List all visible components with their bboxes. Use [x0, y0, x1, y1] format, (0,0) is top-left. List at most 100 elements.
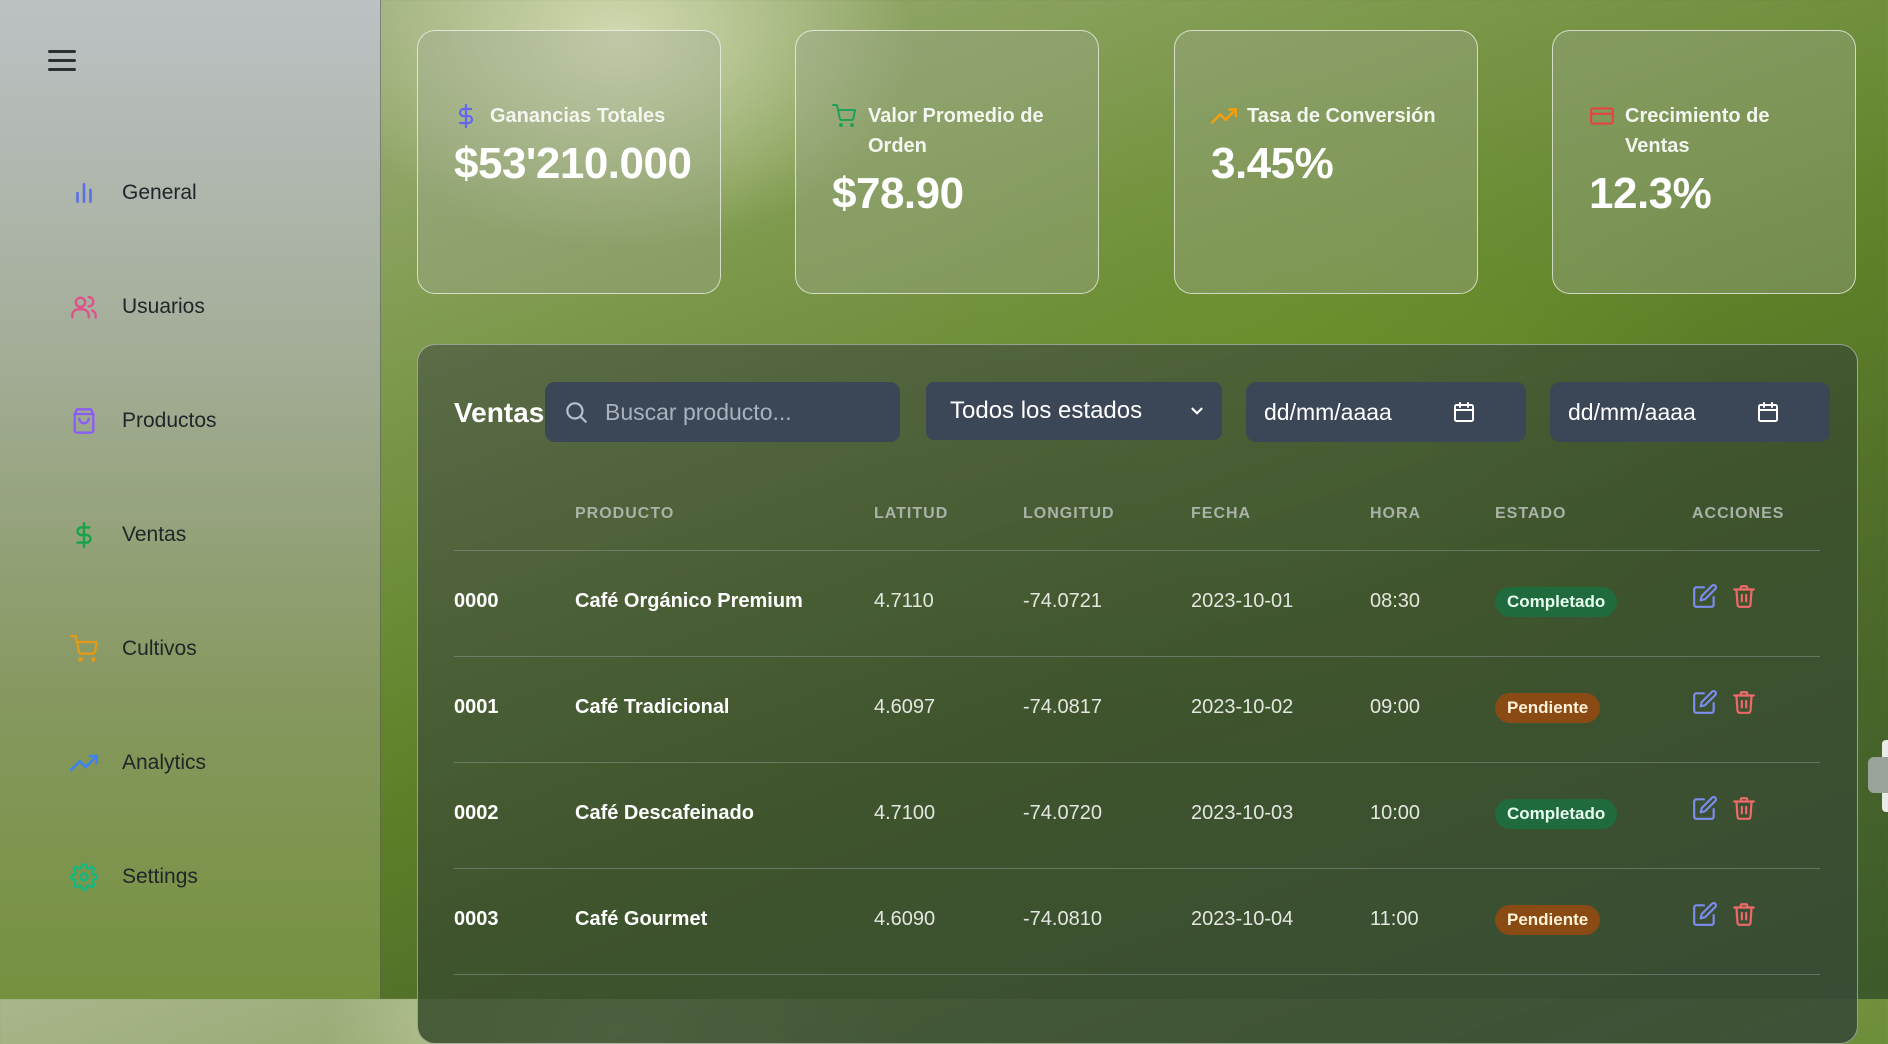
cell-id: 0003: [454, 908, 499, 930]
sidebar-item-label: Cultivos: [122, 637, 197, 660]
cell-id: 0001: [454, 696, 499, 718]
date-from-input[interactable]: dd/mm/aaaa: [1246, 382, 1526, 442]
edit-icon[interactable]: [1692, 795, 1718, 821]
stat-label: Ganancias Totales: [490, 105, 666, 127]
cell-producto: Café Tradicional: [575, 696, 730, 718]
sidebar-item-ventas[interactable]: Ventas: [70, 515, 186, 555]
table-row[interactable]: 0002 Café Descafeinado 4.7100 -74.0720 2…: [418, 762, 1857, 868]
status-badge: Completado: [1495, 587, 1618, 617]
sidebar-item-label: Usuarios: [122, 295, 205, 318]
status-badge: Completado: [1495, 799, 1618, 829]
cell-id: 0002: [454, 802, 499, 824]
divider: [454, 974, 1820, 975]
dollar-icon: [454, 101, 480, 131]
stat-value: $53'210.000: [454, 139, 692, 188]
cell-producto: Café Descafeinado: [575, 802, 754, 824]
sales-panel: Ventas Todos los estados dd/mm/aaaa dd/m…: [417, 344, 1858, 1044]
cell-fecha: 2023-10-04: [1191, 908, 1294, 930]
table-row[interactable]: 0001 Café Tradicional 4.6097 -74.0817 20…: [418, 656, 1857, 762]
trash-icon[interactable]: [1731, 689, 1757, 715]
calendar-icon[interactable]: [1452, 400, 1476, 424]
sidebar-item-productos[interactable]: Productos: [70, 401, 217, 441]
stat-value: 3.45%: [1211, 139, 1334, 188]
stat-value: $78.90: [832, 169, 964, 218]
sidebar-item-label: General: [122, 181, 197, 204]
cell-longitud: -74.0817: [1023, 696, 1102, 718]
cell-hora: 08:30: [1370, 590, 1421, 612]
stat-card-tasa-conversion: Tasa de Conversión 3.45%: [1174, 30, 1478, 294]
cell-fecha: 2023-10-01: [1191, 590, 1294, 612]
menu-icon[interactable]: [48, 50, 76, 72]
column-header-hora[interactable]: HORA: [1370, 505, 1421, 523]
sidebar: General Usuarios Productos Ventas Cultiv…: [0, 0, 381, 999]
dollar-icon: [70, 521, 98, 549]
calendar-icon[interactable]: [1756, 400, 1780, 424]
edit-icon[interactable]: [1692, 901, 1718, 927]
column-header-latitud[interactable]: LATITUD: [874, 505, 948, 523]
table-row[interactable]: 0000 Café Orgánico Premium 4.7110 -74.07…: [418, 550, 1857, 656]
cell-latitud: 4.6090: [874, 908, 936, 930]
stat-label: Tasa de Conversión: [1247, 105, 1436, 127]
column-header-acciones: ACCIONES: [1692, 505, 1785, 522]
cell-fecha: 2023-10-02: [1191, 696, 1294, 718]
date-to-input[interactable]: dd/mm/aaaa: [1550, 382, 1830, 442]
users-icon: [70, 293, 98, 321]
search-input[interactable]: [603, 397, 877, 427]
column-header-longitud[interactable]: LONGITUD: [1023, 505, 1115, 523]
cell-longitud: -74.0720: [1023, 802, 1102, 824]
cell-producto: Café Orgánico Premium: [575, 590, 803, 612]
cell-latitud: 4.6097: [874, 696, 936, 718]
column-header-producto[interactable]: PRODUCTO: [575, 505, 674, 523]
cell-latitud: 4.7110: [874, 590, 934, 612]
cell-hora: 11:00: [1370, 908, 1419, 930]
stat-card-ganancias: Ganancias Totales $53'210.000: [417, 30, 721, 294]
chevron-down-icon: [1191, 407, 1203, 415]
sidebar-item-general[interactable]: General: [70, 173, 197, 213]
sidebar-item-label: Analytics: [122, 751, 207, 774]
cell-longitud: -74.0721: [1023, 590, 1102, 612]
sidebar-item-analytics[interactable]: Analytics: [70, 743, 206, 783]
trending-up-icon: [70, 749, 98, 777]
cell-producto: Café Gourmet: [575, 908, 708, 930]
search-icon: [566, 402, 587, 423]
panel-title: Ventas: [454, 397, 545, 428]
column-header-estado[interactable]: ESTADO: [1495, 505, 1566, 523]
status-select-value: Todos los estados: [950, 397, 1143, 424]
cell-id: 0000: [454, 590, 499, 612]
trash-icon[interactable]: [1731, 795, 1757, 821]
cart-icon: [832, 101, 858, 131]
column-header-fecha[interactable]: FECHA: [1191, 505, 1251, 523]
shopping-bag-icon: [70, 407, 98, 435]
sidebar-item-cultivos[interactable]: Cultivos: [70, 629, 197, 669]
stat-card-crecimiento: Crecimiento de Ventas 12.3%: [1552, 30, 1856, 294]
side-panel-handle[interactable]: [1868, 757, 1888, 793]
table-row[interactable]: 0003 Café Gourmet 4.6090 -74.0810 2023-1…: [418, 868, 1857, 974]
stat-value: 12.3%: [1589, 169, 1712, 218]
trending-up-icon: [1211, 101, 1237, 131]
gear-icon: [70, 863, 98, 891]
cell-longitud: -74.0810: [1023, 908, 1102, 930]
stat-label: Valor Promedio de Orden: [868, 105, 1044, 157]
trash-icon[interactable]: [1731, 901, 1757, 927]
stat-label: Crecimiento de Ventas: [1625, 105, 1770, 157]
search-box[interactable]: [545, 382, 900, 442]
sidebar-item-label: Ventas: [122, 523, 187, 546]
status-select[interactable]: Todos los estados: [926, 382, 1222, 440]
cell-latitud: 4.7100: [874, 802, 936, 824]
cell-fecha: 2023-10-03: [1191, 802, 1294, 824]
card-icon: [1589, 101, 1615, 131]
stat-card-valor-promedio: Valor Promedio de Orden $78.90: [795, 30, 1099, 294]
cell-hora: 09:00: [1370, 696, 1421, 718]
cell-hora: 10:00: [1370, 802, 1421, 824]
status-badge: Pendiente: [1495, 693, 1601, 723]
sidebar-item-label: Settings: [122, 865, 198, 888]
trash-icon[interactable]: [1731, 583, 1757, 609]
bar-chart-icon: [70, 179, 98, 207]
status-badge: Pendiente: [1495, 905, 1601, 935]
sidebar-item-usuarios[interactable]: Usuarios: [70, 287, 205, 327]
edit-icon[interactable]: [1692, 583, 1718, 609]
sidebar-item-label: Productos: [122, 409, 217, 432]
sidebar-item-settings[interactable]: Settings: [70, 857, 198, 897]
cart-icon: [70, 635, 98, 663]
edit-icon[interactable]: [1692, 689, 1718, 715]
